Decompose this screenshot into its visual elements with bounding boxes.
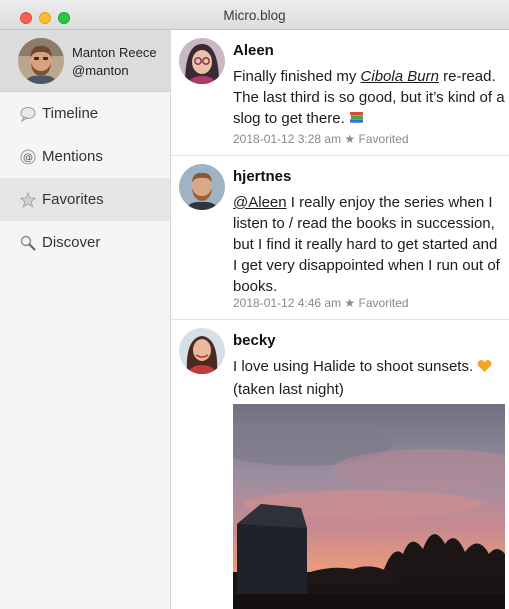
post-date[interactable]: 2018-01-12 3:28 am [233, 132, 341, 146]
post-username[interactable]: becky [233, 332, 276, 349]
post-username[interactable]: Aleen [233, 42, 274, 59]
orange-heart-icon [477, 358, 492, 379]
svg-text:@: @ [23, 153, 33, 164]
at-sign-icon: @ [20, 149, 36, 165]
title-bar[interactable]: Micro.blog [0, 0, 509, 30]
sidebar-item-label: Timeline [42, 105, 99, 122]
profile-avatar[interactable] [18, 38, 64, 84]
post-username[interactable]: hjertnes [233, 168, 291, 185]
mention-link[interactable]: @Aleen [233, 194, 287, 211]
post-meta: 2018-01-12 3:28 am ★ Favorited [233, 132, 409, 146]
star-icon [19, 191, 37, 208]
profile-header[interactable]: Manton Reece @manton [0, 30, 170, 92]
profile-name: Manton Reece [72, 45, 157, 60]
profile-handle: @manton [72, 63, 129, 78]
books-emoji-icon [349, 110, 364, 131]
sunset-photo[interactable] [233, 404, 505, 609]
sidebar-item-favorites[interactable]: Favorites [0, 178, 170, 221]
magnifier-icon [20, 235, 36, 251]
star-icon: ★ [344, 296, 356, 310]
favorited-label: Favorited [358, 296, 409, 310]
sidebar-item-discover[interactable]: Discover [0, 221, 170, 264]
favorited-label: Favorited [358, 132, 409, 146]
sidebar-item-label: Discover [42, 234, 101, 251]
star-icon: ★ [344, 132, 356, 146]
app-window: Micro.blog Manton Reece @manton Timeline… [0, 0, 509, 609]
timeline-feed[interactable]: Aleen Finally finished my Cibola Burn re… [171, 30, 509, 609]
sidebar-item-label: Mentions [42, 148, 103, 165]
window-title: Micro.blog [223, 8, 286, 23]
post-text: Finally finished my Cibola Burn re-read.… [233, 66, 505, 131]
post-item[interactable]: Aleen Finally finished my Cibola Burn re… [171, 30, 509, 156]
sidebar-item-label: Favorites [42, 191, 104, 208]
speech-bubble-icon [20, 106, 36, 123]
post-avatar[interactable] [179, 164, 225, 210]
post-date[interactable]: 2018-01-12 4:46 am [233, 296, 341, 310]
sidebar-item-timeline[interactable]: Timeline [0, 92, 170, 135]
post-avatar[interactable] [179, 328, 225, 374]
sidebar: Manton Reece @manton Timeline @ Mentions [0, 30, 171, 609]
post-text-segment: I love using Halide to shoot sunsets. [233, 358, 474, 375]
post-text: @Aleen I really enjoy the series when I … [233, 192, 505, 297]
post-avatar[interactable] [179, 38, 225, 84]
post-meta: 2018-01-12 4:46 am ★ Favorited [233, 296, 409, 310]
post-link[interactable]: Cibola Burn [361, 68, 439, 85]
post-text: I love using Halide to shoot sunsets. (t… [233, 356, 505, 400]
post-item[interactable]: hjertnes @Aleen I really enjoy the serie… [171, 156, 509, 320]
post-text-segment: Finally finished my [233, 68, 361, 85]
sidebar-item-mentions[interactable]: @ Mentions [0, 135, 170, 178]
post-text-segment: (taken last night) [233, 381, 344, 398]
